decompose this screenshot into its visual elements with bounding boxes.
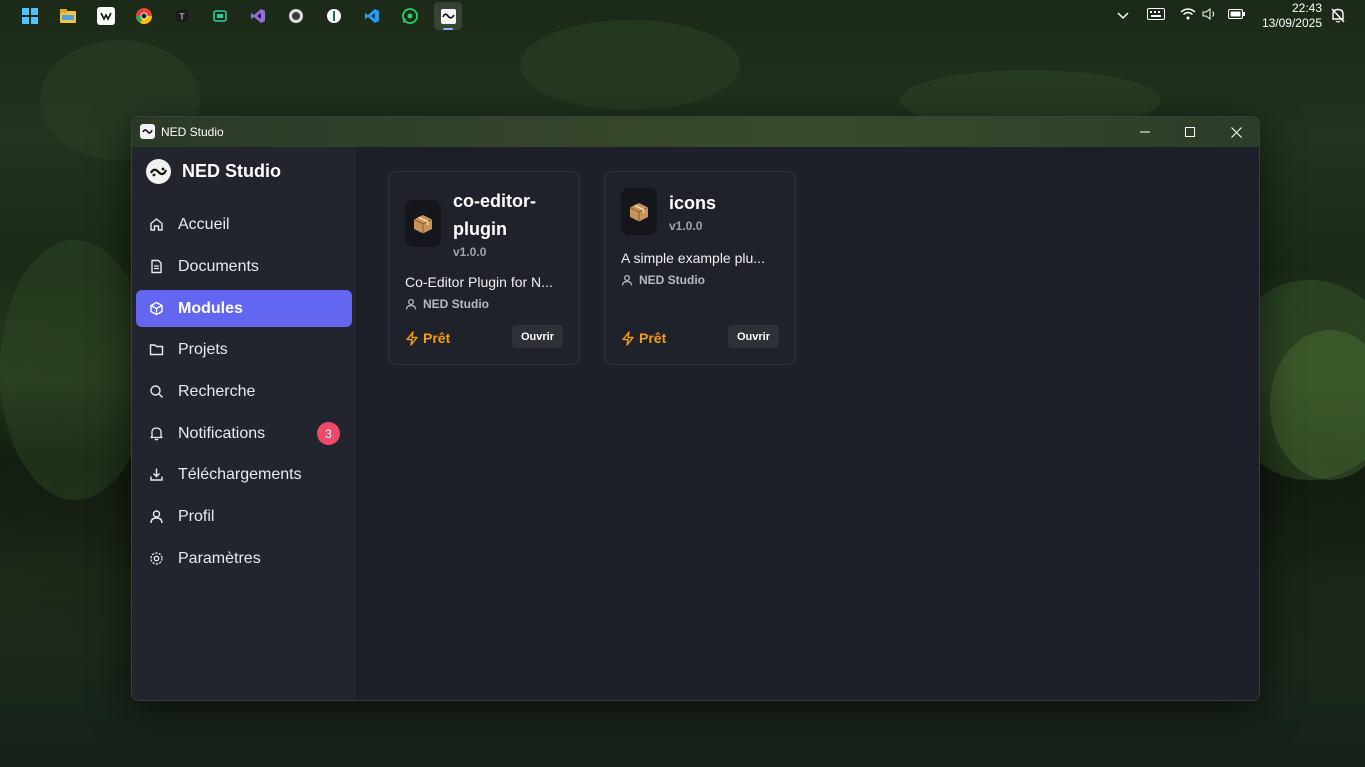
package-icon	[621, 188, 657, 235]
box-icon	[148, 301, 164, 317]
app-icon-2[interactable]: T	[173, 7, 191, 25]
taskbar: T 22:43 13/09/2025	[0, 0, 1365, 33]
clock-time: 22:43	[1291, 1, 1322, 15]
module-version: v1.0.0	[453, 245, 487, 259]
open-module-button[interactable]: Ouvrir	[511, 325, 563, 348]
sidebar-item-projets[interactable]: Projets	[136, 331, 352, 368]
sidebar-item-label: Paramètres	[178, 549, 261, 567]
download-icon	[148, 467, 164, 483]
app-icon-1[interactable]	[97, 7, 115, 25]
minimize-icon	[1140, 131, 1150, 133]
user-icon	[148, 509, 164, 525]
sidebar-item-label: Projets	[178, 340, 228, 358]
keyboard-icon[interactable]	[1147, 8, 1165, 24]
sidebar-item-label: Téléchargements	[178, 465, 302, 483]
sidebar-item-telechargements[interactable]: Téléchargements	[136, 456, 352, 493]
ned-studio-icon[interactable]	[434, 2, 462, 30]
open-module-button[interactable]: Ouvrir	[727, 325, 779, 348]
bell-icon	[148, 426, 164, 442]
file-explorer-icon[interactable]	[59, 7, 77, 25]
notification-count-badge: 3	[317, 422, 340, 445]
brand-logo-icon	[146, 159, 171, 184]
close-icon	[1230, 126, 1242, 138]
volume-icon[interactable]	[1202, 8, 1218, 24]
module-version: v1.0.0	[669, 219, 703, 233]
svg-text:T: T	[179, 13, 185, 22]
sidebar-item-profil[interactable]: Profil	[136, 498, 352, 535]
module-name: icons	[669, 193, 717, 213]
chrome-icon[interactable]	[135, 7, 153, 25]
notification-bell-icon[interactable]	[1331, 8, 1345, 27]
module-status: Prêt	[621, 330, 666, 346]
user-icon	[405, 298, 417, 310]
sidebar-item-label: Recherche	[178, 382, 256, 400]
app-window: NED Studio NED Studio Accueil Documents	[131, 116, 1260, 701]
module-author: NED Studio	[405, 297, 489, 311]
wifi-icon[interactable]	[1180, 8, 1196, 24]
title-bar[interactable]: NED Studio	[132, 117, 1259, 147]
module-author: NED Studio	[621, 273, 705, 287]
visual-studio-icon[interactable]	[249, 7, 267, 25]
chevron-up-icon[interactable]	[1117, 9, 1129, 24]
search-icon	[148, 384, 164, 400]
app-icon-3[interactable]	[211, 7, 229, 25]
sidebar-item-label: Documents	[178, 257, 259, 275]
sidebar-item-documents[interactable]: Documents	[136, 248, 352, 285]
sidebar: NED Studio Accueil Documents Modules Pro…	[132, 147, 356, 700]
modules-panel: co-editor- plugin v1.0.0 Co-Editor Plugi…	[356, 147, 1259, 700]
sidebar-item-recherche[interactable]: Recherche	[136, 373, 352, 410]
module-description: Co-Editor Plugin for N...	[405, 274, 553, 290]
package-icon	[405, 200, 441, 247]
window-title: NED Studio	[161, 125, 224, 139]
module-card[interactable]: icons v1.0.0 A simple example plu... NED…	[604, 171, 796, 365]
module-card[interactable]: co-editor- plugin v1.0.0 Co-Editor Plugi…	[388, 171, 580, 365]
lightning-icon	[405, 330, 419, 346]
module-description: A simple example plu...	[621, 250, 765, 266]
sidebar-item-label: Notifications	[178, 424, 266, 442]
windows-start-icon[interactable]	[21, 7, 39, 25]
battery-icon[interactable]	[1228, 8, 1246, 24]
sidebar-item-accueil[interactable]: Accueil	[136, 206, 352, 243]
sidebar-item-parametres[interactable]: Paramètres	[136, 540, 352, 577]
brand-name: NED Studio	[182, 161, 281, 181]
app-logo-icon	[140, 124, 155, 139]
module-name: co-editor- plugin	[453, 191, 536, 239]
vscode-icon[interactable]	[363, 7, 381, 25]
lightning-icon	[621, 330, 635, 346]
minimize-button[interactable]	[1122, 117, 1168, 147]
sidebar-item-modules[interactable]: Modules	[136, 290, 352, 327]
close-button[interactable]	[1213, 117, 1259, 147]
sidebar-item-notifications[interactable]: Notifications 3	[136, 415, 352, 452]
maximize-button[interactable]	[1167, 117, 1213, 147]
clock[interactable]: 22:43 13/09/2025	[1262, 1, 1322, 31]
maximize-icon	[1185, 127, 1195, 137]
app-icon-4[interactable]	[325, 7, 343, 25]
user-icon	[621, 274, 633, 286]
module-status: Prêt	[405, 330, 450, 346]
whatsapp-icon[interactable]	[401, 7, 419, 25]
clock-date: 13/09/2025	[1261, 16, 1322, 30]
sidebar-item-label: Accueil	[178, 215, 230, 233]
brand[interactable]: NED Studio	[146, 159, 281, 184]
sidebar-item-label: Modules	[178, 299, 243, 317]
settings-icon	[148, 551, 164, 567]
obs-icon[interactable]	[287, 7, 305, 25]
folder-icon	[148, 342, 164, 358]
document-icon	[148, 259, 164, 275]
home-icon	[148, 217, 164, 233]
sidebar-item-label: Profil	[178, 507, 215, 525]
